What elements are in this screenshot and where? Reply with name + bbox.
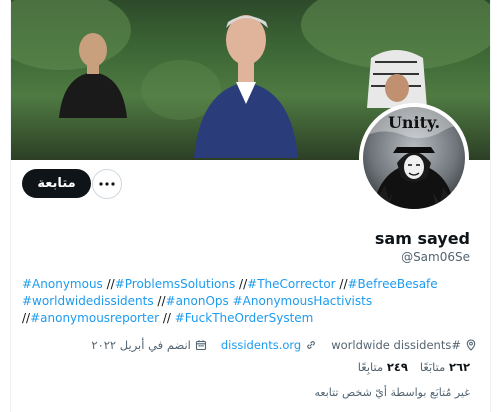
- location-pin-icon: [466, 339, 476, 351]
- following-count: ٢٦٢: [448, 360, 470, 374]
- following-link[interactable]: ٢٦٢ متابَعًا: [420, 360, 470, 374]
- website-link[interactable]: dissidents.org: [221, 338, 301, 352]
- avatar-caption: Unity.: [388, 113, 440, 132]
- hashtag-link[interactable]: #anonOps: [166, 294, 229, 308]
- bio-separator: //: [235, 277, 248, 291]
- bio-line: #worldwidedissidents //#anonOps #Anonymo…: [22, 293, 442, 310]
- avatar-image: Unity.: [363, 107, 465, 209]
- hashtag-link[interactable]: #BefreeBesafe: [348, 277, 438, 291]
- joined-item: انضم في أبريل ٢٠٢٢: [91, 338, 206, 352]
- follow-stats: ٢٦٢ متابَعًا ٢٤٩ متابِعًا: [346, 360, 470, 374]
- profile-page: Unity. متابعة sam sayed @Sam06Se #Anonym…: [10, 0, 491, 412]
- website-item[interactable]: dissidents.org: [221, 338, 317, 352]
- profile-meta: worldwide dissidents# dissidents.org انض…: [91, 336, 477, 354]
- display-name: sam sayed: [374, 229, 470, 248]
- bio-separator: //: [159, 310, 175, 325]
- bio-separator: //: [22, 310, 31, 325]
- followers-link[interactable]: ٢٤٩ متابِعًا: [358, 360, 408, 374]
- hashtag-link[interactable]: #ProblemsSolutions: [115, 277, 236, 291]
- bio-separator: //: [153, 293, 166, 308]
- followers-you-know-note: غير مُتابَع بواسطة أيّ شخص تتابعه: [314, 386, 471, 399]
- bio-separator: //: [102, 277, 115, 291]
- following-label: متابَعًا: [419, 360, 446, 374]
- bio-separator: //: [335, 277, 348, 291]
- location-text: worldwide dissidents#: [331, 338, 461, 352]
- hashtag-link[interactable]: #anonymousreporter: [30, 311, 159, 325]
- profile-avatar[interactable]: Unity.: [359, 103, 469, 213]
- more-options-button[interactable]: [92, 169, 122, 199]
- hashtag-link[interactable]: #worldwidedissidents: [22, 294, 154, 308]
- username-handle: @Sam06Se: [401, 250, 470, 264]
- hashtag-link[interactable]: #AnonymousHactivists: [233, 294, 372, 308]
- banner-person-center: [194, 15, 298, 158]
- followers-count: ٢٤٩: [386, 360, 408, 374]
- hashtag-link[interactable]: #TheCorrector: [247, 277, 335, 291]
- profile-bio: #Anonymous //#ProblemsSolutions //#TheCo…: [22, 276, 442, 326]
- location-item: worldwide dissidents#: [331, 338, 477, 352]
- bio-line: //#anonymousreporter // #FuckTheOrderSys…: [22, 310, 442, 327]
- link-icon: [307, 341, 316, 349]
- calendar-icon: [195, 340, 206, 351]
- bio-line: #Anonymous //#ProblemsSolutions //#TheCo…: [22, 276, 442, 293]
- hashtag-link[interactable]: #FuckTheOrderSystem: [175, 311, 314, 325]
- follow-button[interactable]: متابعة: [22, 169, 91, 198]
- followers-label: متابِعًا: [357, 360, 384, 374]
- hashtag-link[interactable]: #Anonymous: [22, 277, 103, 291]
- more-horizontal-icon: [99, 182, 115, 186]
- joined-text: انضم في أبريل ٢٠٢٢: [91, 338, 191, 352]
- banner-person-left: [59, 33, 127, 118]
